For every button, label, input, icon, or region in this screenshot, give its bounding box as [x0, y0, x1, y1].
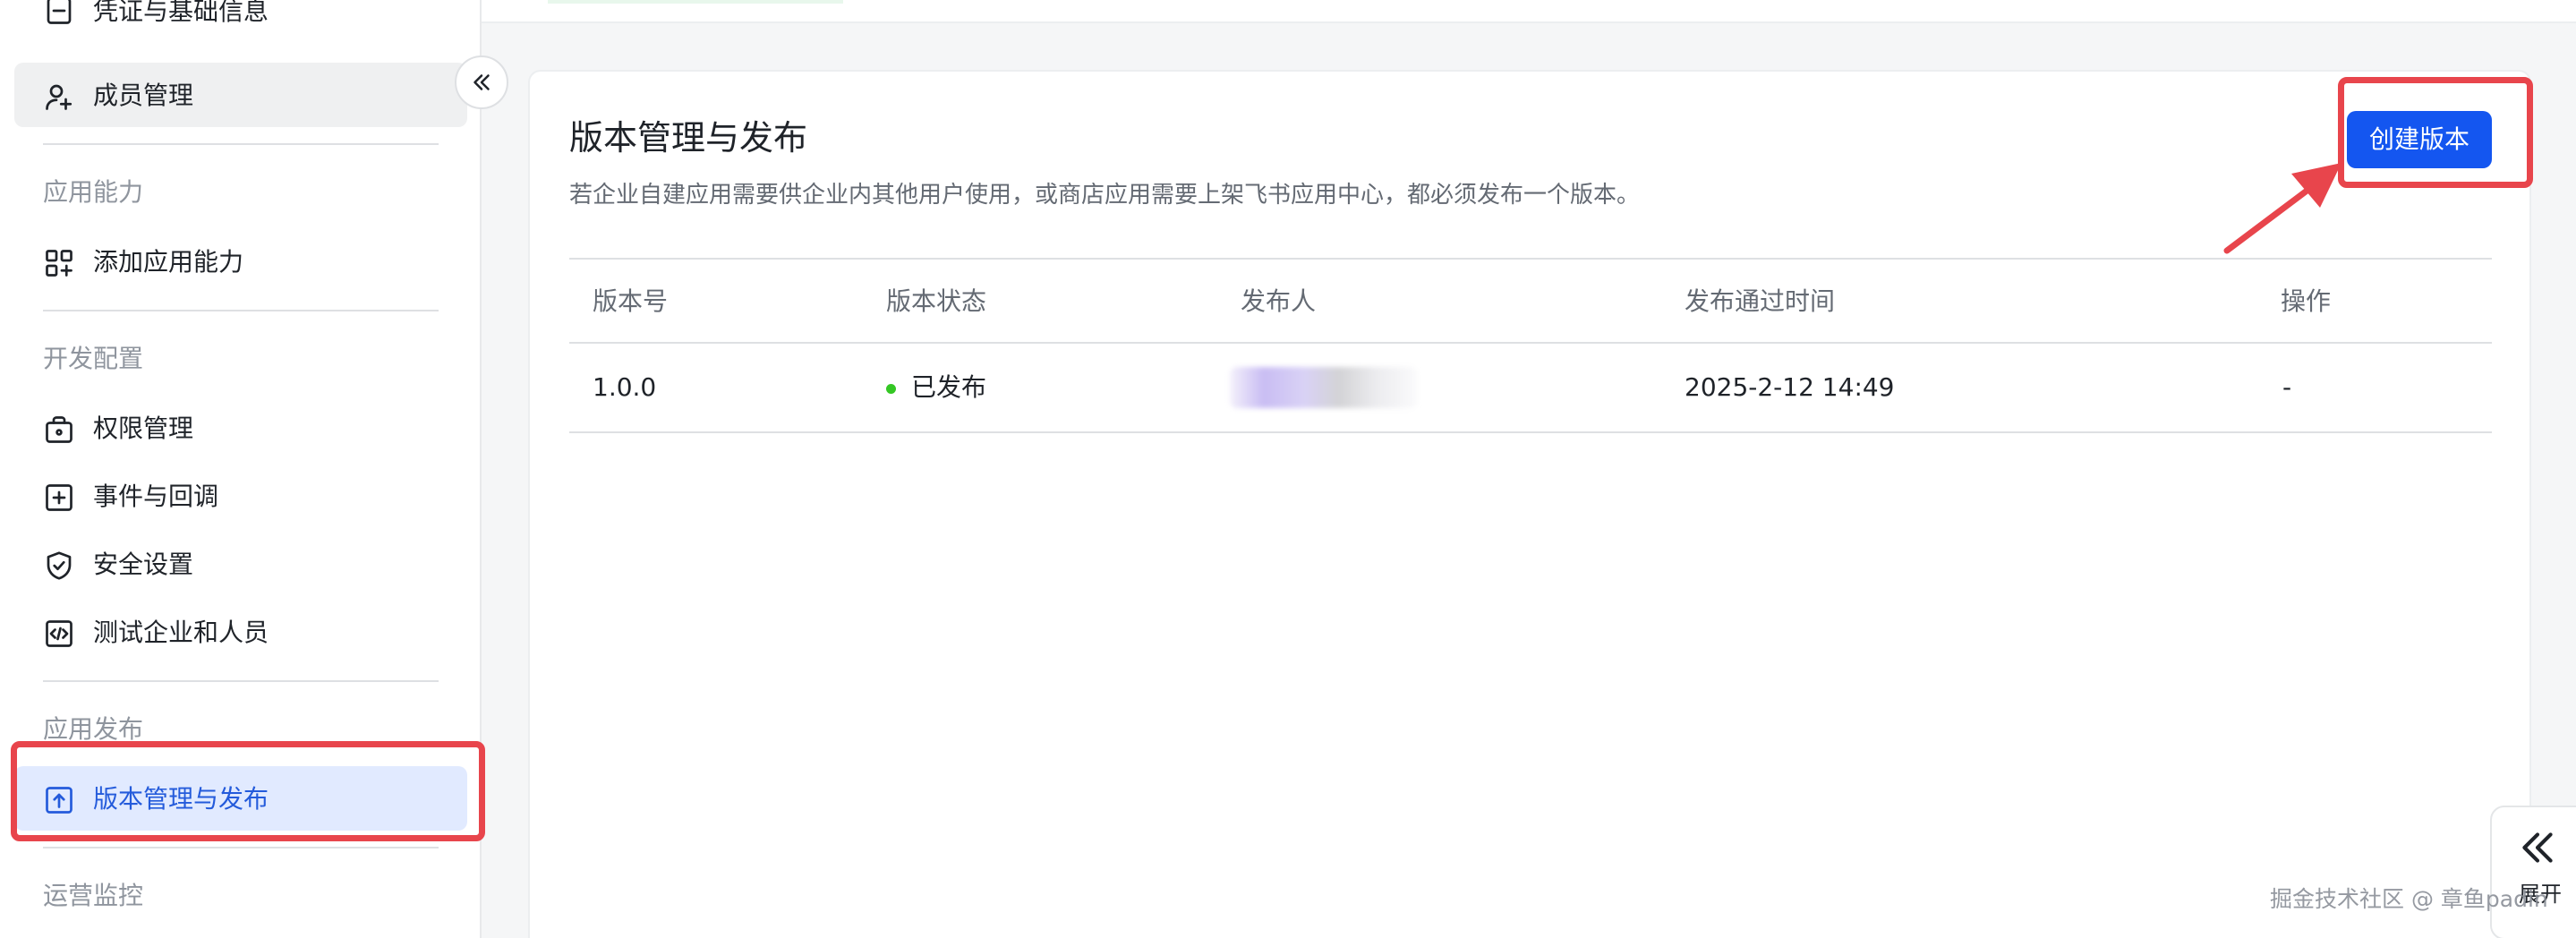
page-title: 版本管理与发布 — [569, 118, 808, 158]
cell-status: 已发布 — [911, 372, 987, 402]
grid-add-icon — [43, 247, 75, 279]
table-top-border — [569, 258, 2492, 260]
double-chevron-left-icon — [473, 74, 490, 90]
publisher-avatar-blurred — [1230, 367, 1418, 408]
double-chevron-left-icon — [2522, 832, 2553, 863]
sidebar-item-events[interactable]: 事件与回调 — [14, 464, 467, 528]
document-icon — [43, 0, 75, 27]
section-title-dev: 开发配置 — [43, 344, 144, 373]
annotation-box-create — [2338, 77, 2533, 188]
table-header-publisher: 发布人 — [1241, 286, 1317, 316]
shield-check-icon — [43, 550, 75, 582]
table-header-action: 操作 — [2281, 286, 2332, 316]
cell-publish-time: 2025-2-12 14:49 — [1685, 372, 1895, 402]
table-header-version: 版本号 — [593, 286, 669, 316]
page-description: 若企业自建应用需要供企业内其他用户使用，或商店应用需要上架飞书应用中心，都必须发… — [569, 182, 1641, 209]
sidebar-item-credentials[interactable]: 凭证与基础信息 — [14, 0, 467, 64]
table-row-border — [569, 431, 2492, 433]
table-header-time: 发布通过时间 — [1685, 286, 1836, 316]
annotation-box-sidebar — [11, 741, 485, 841]
sidebar-item-label: 凭证与基础信息 — [93, 0, 269, 26]
top-tab-indicator — [548, 0, 843, 4]
expand-panel-button[interactable]: 展开 — [2490, 806, 2576, 938]
sidebar-item-label: 添加应用能力 — [93, 247, 244, 277]
table-header-border — [569, 342, 2492, 344]
sidebar-divider — [43, 680, 439, 682]
lock-box-icon — [43, 414, 75, 446]
sidebar-item-security[interactable]: 安全设置 — [14, 532, 467, 596]
table-header-status: 版本状态 — [886, 286, 987, 316]
sidebar-item-label: 成员管理 — [93, 81, 194, 110]
sidebar-item-permissions[interactable]: 权限管理 — [14, 396, 467, 460]
sidebar-item-label: 安全设置 — [93, 550, 194, 579]
cell-action: - — [2282, 372, 2292, 402]
sidebar-divider — [43, 310, 439, 311]
annotation-arrow-icon — [2223, 163, 2341, 254]
sidebar-divider — [43, 143, 439, 145]
section-title-ops: 运营监控 — [43, 881, 144, 910]
cell-version: 1.0.0 — [593, 372, 657, 402]
code-box-icon — [43, 618, 75, 650]
sidebar-item-label: 测试企业和人员 — [93, 618, 269, 647]
sidebar-item-test-users[interactable]: 测试企业和人员 — [14, 600, 467, 664]
status-dot-icon — [886, 384, 896, 394]
sidebar-item-label: 事件与回调 — [93, 482, 219, 511]
sidebar-item-add-capability[interactable]: 添加应用能力 — [14, 229, 467, 294]
sidebar-divider — [43, 847, 439, 848]
sidebar-item-label: 权限管理 — [93, 414, 194, 443]
sidebar-item-members[interactable]: 成员管理 — [14, 63, 467, 127]
collapse-sidebar-button[interactable] — [455, 55, 508, 109]
section-title-capabilities: 应用能力 — [43, 177, 144, 207]
watermark: 掘金技术社区 @ 章鱼padin — [2270, 886, 2548, 912]
user-add-icon — [43, 81, 75, 113]
app-window: 凭证与基础信息 成员管理 应用能力 添加应用能力 开发配置 权限管理 事件与回调… — [0, 0, 2576, 938]
plus-square-icon — [43, 482, 75, 514]
